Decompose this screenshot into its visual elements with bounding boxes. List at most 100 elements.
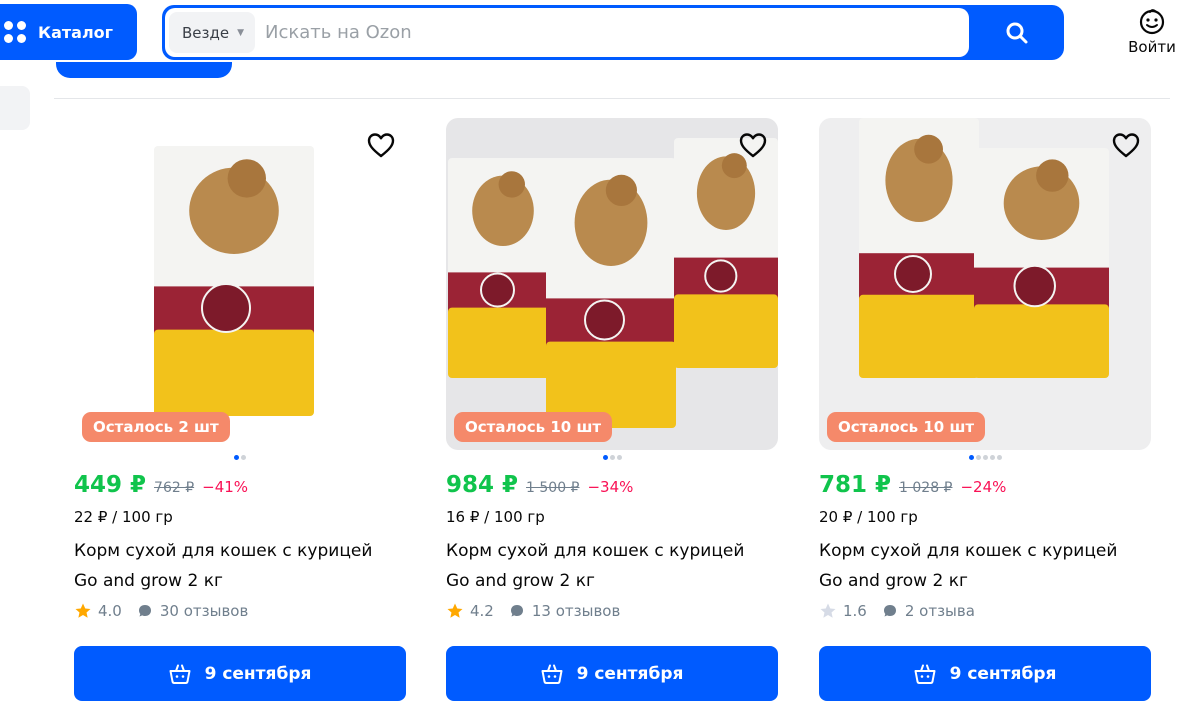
price-row: 449 ₽ 762 ₽ −41% — [74, 472, 248, 498]
price-row: 984 ₽ 1 500 ₽ −34% — [446, 472, 633, 498]
pagination-dot[interactable] — [602, 455, 608, 460]
search-scope-dropdown[interactable]: Везде ▼ — [169, 12, 255, 53]
product-title-line: Go and grow 2 кг — [74, 571, 223, 591]
product-title-line: Go and grow 2 кг — [446, 571, 595, 591]
rating-row[interactable]: 4.2 13 отзывов — [446, 602, 620, 620]
cat-food-bag — [546, 158, 676, 428]
product-image[interactable]: Осталось 2 шт — [74, 118, 406, 450]
chevron-down-icon: ▼ — [237, 27, 245, 38]
product-image[interactable]: Осталось 10 шт — [446, 118, 778, 450]
login-label: Войти — [1128, 38, 1176, 56]
unit-price: 16 ₽ / 100 гр — [446, 508, 545, 526]
stock-badge: Осталось 10 шт — [827, 412, 986, 442]
heart-icon[interactable] — [1111, 130, 1141, 160]
product-title-line: Go and grow 2 кг — [819, 571, 968, 591]
cat-food-bag — [974, 148, 1109, 378]
price: 984 ₽ — [446, 472, 519, 498]
cat-food-bag — [154, 146, 314, 416]
login-button[interactable]: Войти — [1122, 8, 1182, 60]
delivery-date: 9 сентября — [576, 663, 684, 684]
star-icon — [447, 603, 463, 618]
product-photo — [154, 146, 314, 416]
delivery-date: 9 сентября — [949, 663, 1057, 684]
stock-badge: Осталось 2 шт — [82, 412, 230, 442]
rating-value: 4.2 — [470, 602, 494, 620]
unit-price: 20 ₽ / 100 гр — [819, 508, 918, 526]
pagination-dot[interactable] — [968, 455, 974, 460]
image-pagination[interactable] — [446, 455, 778, 461]
chat-bubble-icon — [138, 605, 151, 617]
pagination-dot[interactable] — [241, 455, 246, 460]
pagination-dot[interactable] — [975, 455, 981, 460]
product-title-line: Корм сухой для кошек с курицей — [819, 541, 1118, 561]
heart-icon[interactable] — [738, 130, 768, 160]
rating-row[interactable]: 4.0 30 отзывов — [74, 602, 248, 620]
old-price: 762 ₽ — [154, 480, 195, 496]
basket-icon — [169, 664, 191, 684]
header: Каталог Везде ▼ Войти — [0, 0, 1200, 70]
grid-icon — [4, 21, 26, 43]
cat-food-bag — [859, 118, 979, 378]
unit-price: 22 ₽ / 100 гр — [74, 508, 173, 526]
price: 781 ₽ — [819, 472, 892, 498]
star-icon — [820, 603, 836, 618]
reviews-count: 2 отзыва — [904, 602, 975, 620]
price: 449 ₽ — [74, 472, 147, 498]
basket-icon — [914, 664, 936, 684]
product-card[interactable]: Осталось 10 шт 781 ₽ 1 028 ₽ −24% 20 ₽ /… — [819, 118, 1151, 708]
catalog-button[interactable]: Каталог — [0, 4, 137, 60]
delivery-date: 9 сентября — [204, 663, 312, 684]
discount: −34% — [587, 478, 634, 496]
product-image[interactable]: Осталось 10 шт — [819, 118, 1151, 450]
pagination-dot[interactable] — [989, 455, 995, 460]
discount: −41% — [202, 478, 249, 496]
product-title-line: Корм сухой для кошек с курицей — [446, 541, 745, 561]
cat-food-bag — [448, 158, 558, 378]
product-title-line: Корм сухой для кошек с курицей — [74, 541, 373, 561]
rating-row[interactable]: 1.6 2 отзыва — [819, 602, 975, 620]
stock-badge: Осталось 10 шт — [454, 412, 613, 442]
add-to-cart-delivery-button[interactable]: 9 сентября — [74, 646, 406, 701]
search-field-container: Везде ▼ — [165, 8, 969, 57]
product-card[interactable]: Осталось 10 шт 984 ₽ 1 500 ₽ −34% 16 ₽ /… — [446, 118, 778, 708]
filter-button-partial[interactable] — [56, 62, 232, 78]
price-row: 781 ₽ 1 028 ₽ −24% — [819, 472, 1006, 498]
reviews-count: 13 отзывов — [531, 602, 621, 620]
product-photo — [448, 138, 778, 428]
product-card[interactable]: Осталось 2 шт 449 ₽ 762 ₽ −41% 22 ₽ / 10… — [74, 118, 406, 708]
rating-value: 4.0 — [98, 602, 122, 620]
product-title[interactable]: Корм сухой для кошек с курицей Go and gr… — [446, 536, 778, 596]
chat-bubble-icon — [883, 605, 896, 617]
product-title[interactable]: Корм сухой для кошек с курицей Go and gr… — [819, 536, 1151, 596]
old-price: 1 500 ₽ — [526, 480, 580, 496]
divider — [54, 98, 1170, 99]
pagination-dot[interactable] — [234, 455, 239, 460]
smiley-face-icon — [1139, 9, 1165, 35]
search-bar: Везде ▼ — [162, 5, 1064, 60]
pagination-dot[interactable] — [996, 455, 1002, 460]
cat-food-bag — [674, 138, 778, 368]
image-pagination[interactable] — [74, 455, 406, 461]
search-button[interactable] — [970, 5, 1064, 60]
old-price: 1 028 ₽ — [899, 480, 953, 496]
basket-icon — [541, 664, 563, 684]
reviews-count: 30 отзывов — [159, 602, 249, 620]
product-photo — [859, 118, 1109, 378]
search-icon — [1006, 22, 1028, 43]
discount: −24% — [960, 478, 1007, 496]
pagination-dot[interactable] — [982, 455, 988, 460]
product-title[interactable]: Корм сухой для кошек с курицей Go and gr… — [74, 536, 406, 596]
star-icon — [75, 603, 91, 618]
pagination-dot[interactable] — [616, 455, 622, 460]
search-input[interactable] — [265, 12, 945, 53]
chat-bubble-icon — [510, 605, 523, 617]
pagination-dot[interactable] — [609, 455, 615, 460]
image-pagination[interactable] — [819, 455, 1151, 461]
side-panel-tab[interactable] — [0, 86, 30, 130]
heart-icon[interactable] — [366, 130, 396, 160]
add-to-cart-delivery-button[interactable]: 9 сентября — [446, 646, 778, 701]
add-to-cart-delivery-button[interactable]: 9 сентября — [819, 646, 1151, 701]
search-scope-label: Везде — [182, 23, 230, 42]
rating-value: 1.6 — [843, 602, 867, 620]
catalog-label: Каталог — [38, 22, 114, 42]
